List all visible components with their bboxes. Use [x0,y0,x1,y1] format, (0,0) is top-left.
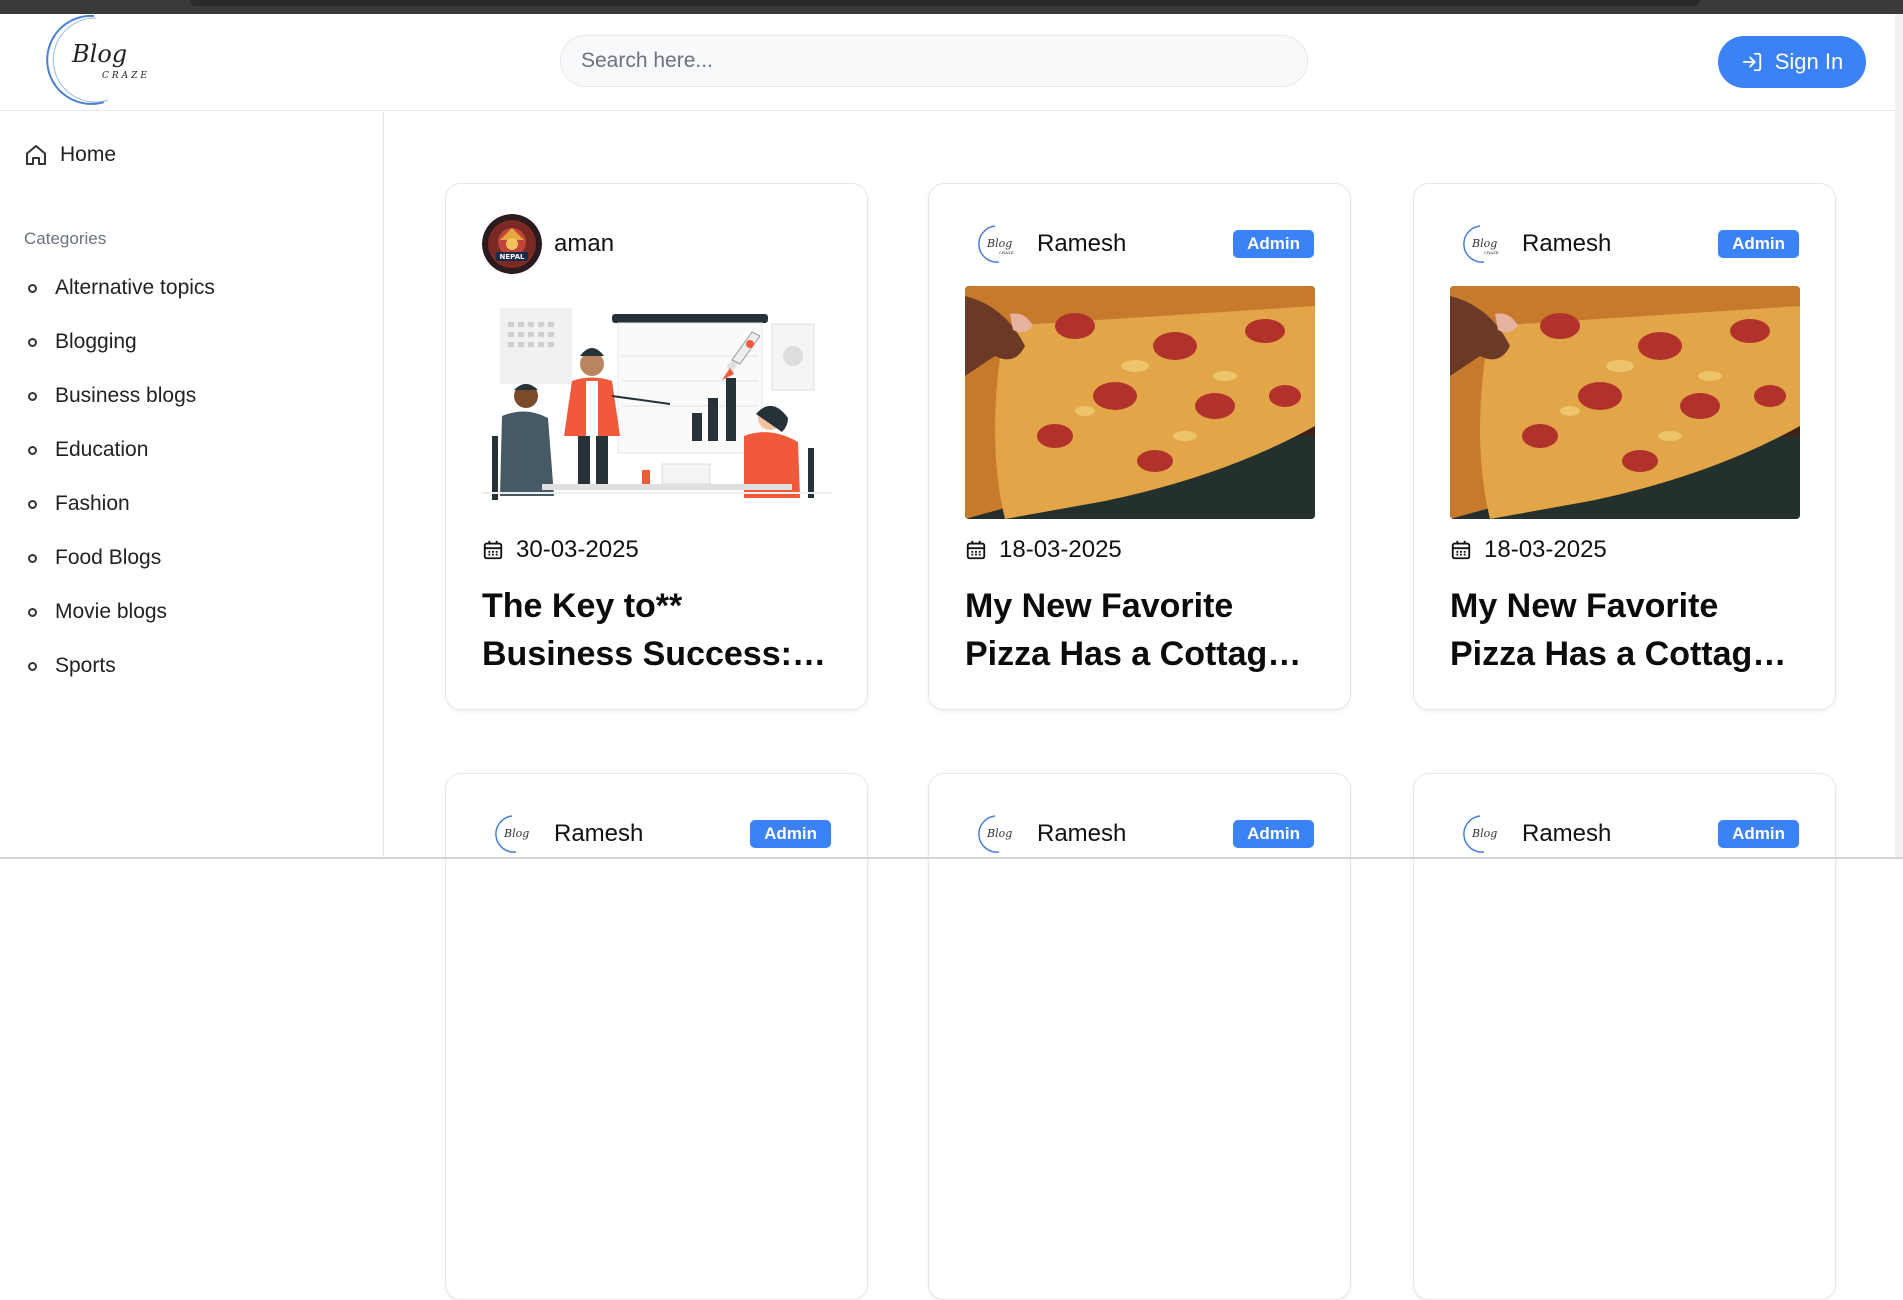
site-logo[interactable]: Blog CRAZE [34,14,149,106]
admin-badge: Admin [1233,820,1314,848]
post-card[interactable]: Blog CRAZE Ramesh Admin 18-03-2025 My Ne… [1413,183,1836,710]
sidebar-item-category[interactable]: Education [28,423,215,477]
post-author[interactable]: Ramesh [1037,230,1126,258]
site-header: Blog CRAZE Sign In [0,14,1895,111]
post-author-row: Blog Ramesh Admin [1450,804,1799,864]
post-date-text: 18-03-2025 [999,536,1122,563]
svg-text:Blog: Blog [503,827,529,840]
bullet-icon [28,553,37,563]
sidebar-item-category[interactable]: Movie blogs [28,585,215,639]
post-date-text: 18-03-2025 [1484,536,1607,563]
post-image[interactable] [482,286,832,519]
category-label: Education [55,438,149,461]
sidebar-item-category[interactable]: Sports [28,639,215,693]
sidebar-item-label: Home [60,143,117,166]
bullet-icon [28,607,37,617]
post-date: 30-03-2025 [482,536,639,564]
svg-text:CRAZE: CRAZE [1484,250,1499,255]
sidebar-item-home[interactable]: Home [24,143,116,167]
bullet-icon [28,391,37,401]
category-label: Business blogs [55,384,197,407]
svg-text:CRAZE: CRAZE [999,250,1014,255]
svg-text:CRAZE: CRAZE [102,71,149,81]
bullet-icon [28,337,37,347]
svg-text:NEPAL: NEPAL [499,253,525,261]
bullet-icon [28,445,37,455]
category-label: Fashion [55,492,130,515]
post-title[interactable]: The Key to** Business Success: Strategie… [482,582,832,678]
post-card[interactable]: Blog Ramesh Admin [928,773,1351,1300]
sidebar: Home Categories Alternative topics Blogg… [0,111,384,859]
sidebar-item-category[interactable]: Fashion [28,477,215,531]
post-card[interactable]: NEPAL aman 30-03-2025 The Key to** Busin… [445,183,868,710]
calendar-icon [966,540,986,560]
svg-text:Blog: Blog [986,237,1012,250]
svg-text:Blog: Blog [71,40,127,68]
avatar: Blog [965,804,1025,864]
calendar-icon [1451,540,1471,560]
post-card[interactable]: Blog Ramesh Admin [1413,773,1836,1300]
category-label: Movie blogs [55,600,168,623]
admin-badge: Admin [1718,230,1799,258]
post-author[interactable]: aman [554,230,614,258]
category-label: Alternative topics [55,276,215,299]
post-author[interactable]: Ramesh [554,820,643,848]
post-author[interactable]: Ramesh [1037,820,1126,848]
bullet-icon [28,661,37,671]
sidebar-item-category[interactable]: Alternative topics [28,261,215,315]
post-author-row: Blog Ramesh Admin [965,804,1314,864]
home-icon [26,145,46,165]
post-image[interactable] [965,286,1315,519]
sidebar-item-category[interactable]: Blogging [28,315,215,369]
calendar-icon [483,540,503,560]
category-label: Food Blogs [55,546,162,569]
post-author-row: Blog CRAZE Ramesh Admin [965,214,1314,274]
post-author-row: Blog CRAZE Ramesh Admin [1450,214,1799,274]
post-title[interactable]: My New Favorite Pizza Has a Cottage Chee… [965,582,1315,678]
svg-text:Blog: Blog [1471,237,1497,250]
post-author-row: NEPAL aman [482,214,831,274]
avatar: NEPAL [482,214,542,274]
sign-in-label: Sign In [1774,49,1844,74]
categories-heading: Categories [24,229,107,248]
svg-text:Blog: Blog [986,827,1012,840]
category-label: Blogging [55,330,137,353]
sign-in-icon [1742,52,1761,72]
admin-badge: Admin [750,820,831,848]
admin-badge: Admin [1233,230,1314,258]
category-label: Sports [55,654,116,677]
avatar: Blog CRAZE [965,214,1025,274]
avatar: Blog [482,804,542,864]
browser-top-strip [0,0,1903,14]
post-title[interactable]: My New Favorite Pizza Has a Cottage Chee… [1450,582,1800,678]
sidebar-item-category[interactable]: Business blogs [28,369,215,423]
avatar: Blog CRAZE [1450,214,1510,274]
bullet-icon [28,283,37,293]
post-card[interactable]: Blog Ramesh Admin [445,773,868,1300]
bullet-icon [28,499,37,509]
post-card[interactable]: Blog CRAZE Ramesh Admin 18-03-2025 My Ne… [928,183,1351,710]
search-input[interactable] [560,35,1308,87]
post-image[interactable] [1450,286,1800,519]
post-author[interactable]: Ramesh [1522,230,1611,258]
admin-badge: Admin [1718,820,1799,848]
scrollbar[interactable] [1895,14,1903,859]
post-date: 18-03-2025 [965,536,1122,564]
post-author[interactable]: Ramesh [1522,820,1611,848]
sign-in-button[interactable]: Sign In [1718,36,1866,88]
avatar: Blog [1450,804,1510,864]
post-date: 18-03-2025 [1450,536,1607,564]
svg-text:Blog: Blog [1471,827,1497,840]
post-author-row: Blog Ramesh Admin [482,804,831,864]
post-date-text: 30-03-2025 [516,536,639,563]
category-list: Alternative topics Blogging Business blo… [28,261,215,693]
sidebar-item-category[interactable]: Food Blogs [28,531,215,585]
